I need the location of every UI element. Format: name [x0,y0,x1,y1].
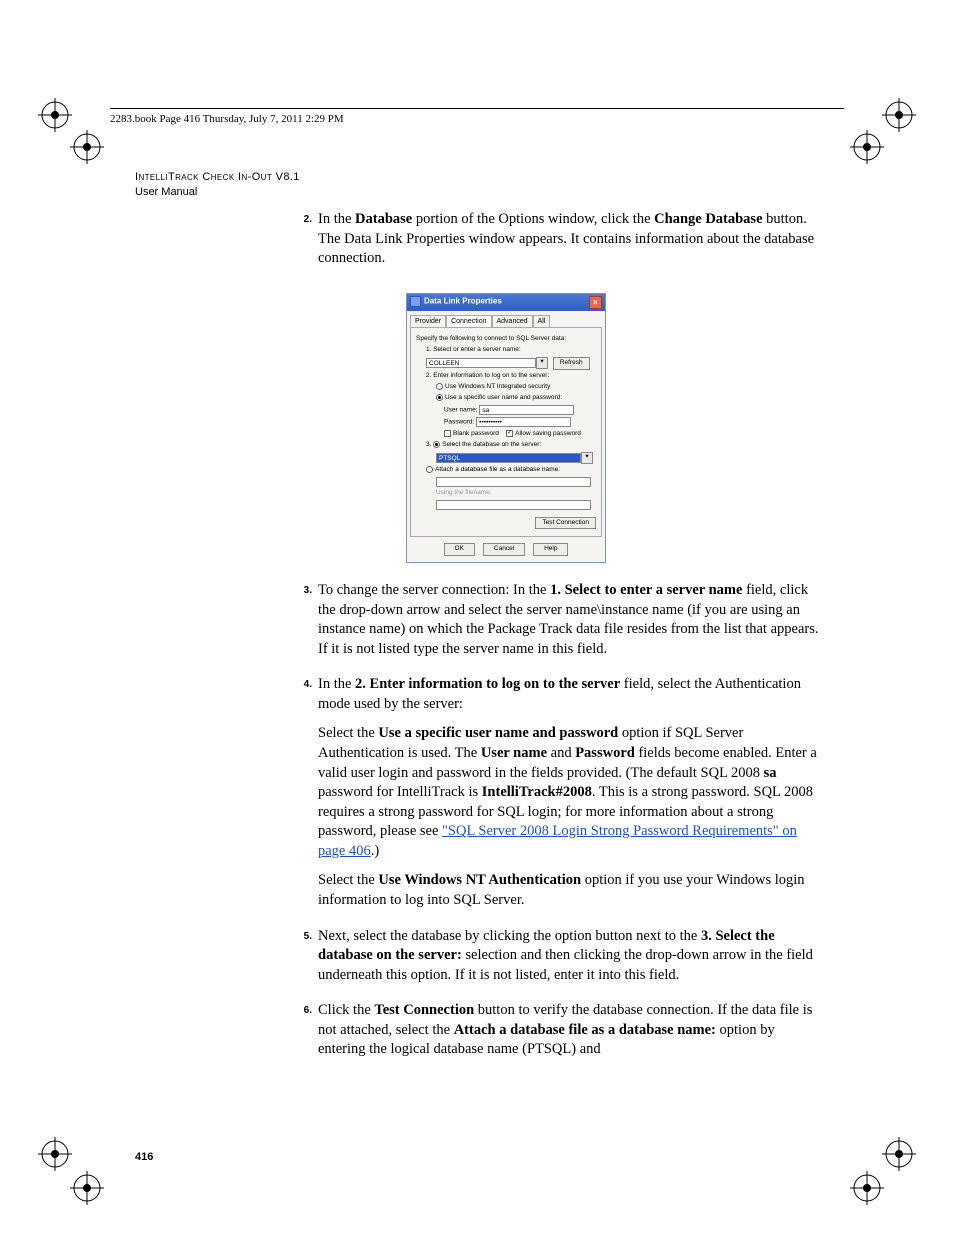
label-allow-saving: Allow saving password [515,430,581,437]
step-number: 5. [290,927,318,944]
step-text: Click the Test Connection button to veri… [318,1001,820,1060]
dialog-heading: Specify the following to connect to SQL … [416,335,596,344]
refresh-button[interactable]: Refresh [553,357,590,370]
password-input[interactable]: •••••••••• [476,417,571,427]
step-text: To change the server connection: In the … [318,581,820,659]
label-enter-info: 2. Enter information to log on to the se… [426,372,596,381]
tab-connection[interactable]: Connection [446,315,491,327]
checkbox-allow-saving[interactable] [506,430,513,437]
radio-select-db[interactable] [433,441,440,448]
step-number: 3. [290,581,318,598]
cancel-button[interactable]: Cancel [483,543,525,556]
crop-header: 2283.book Page 416 Thursday, July 7, 201… [110,108,844,125]
step-5: 5. Next, select the database by clicking… [290,927,820,996]
data-link-properties-dialog: Data Link Properties × Provider Connecti… [406,293,606,563]
ok-button[interactable]: OK [444,543,475,556]
step-4: 4. In the 2. Enter information to log on… [290,675,820,920]
step-text: In the 2. Enter information to log on to… [318,675,820,714]
tab-provider[interactable]: Provider [410,315,446,327]
crop-mark-icon [38,1137,72,1171]
step-number: 4. [290,675,318,692]
label-attach-db: Attach a database file as a database nam… [435,466,560,473]
username-input[interactable]: sa [479,405,574,415]
crop-mark-icon [850,130,884,164]
book-subtitle: User Manual [135,185,300,200]
step-number: 6. [290,1001,318,1018]
step-number: 2. [290,210,318,227]
label-username: User name: [444,407,478,414]
dialog-footer: OK Cancel Help [407,537,605,562]
page-content: 2. In the Database portion of the Option… [290,210,820,1076]
crop-mark-icon [38,98,72,132]
database-select[interactable]: PTSQL [436,453,581,463]
document-page: 2283.book Page 416 Thursday, July 7, 201… [0,0,954,1235]
book-title: IntelliTrack Check In-Out V8.1 [135,170,300,185]
crop-mark-icon [882,98,916,132]
chevron-down-icon[interactable]: ▾ [536,357,548,369]
label-select-server: 1. Select or enter a server name: [426,346,596,355]
app-icon [410,296,421,307]
tab-all[interactable]: All [533,315,551,327]
step-3: 3. To change the server connection: In t… [290,581,820,669]
book-header: IntelliTrack Check In-Out V8.1 User Manu… [135,170,300,200]
dialog-title: Data Link Properties [424,297,502,306]
radio-specific-user[interactable] [436,394,443,401]
dialog-tabs: Provider Connection Advanced All [407,311,605,327]
crop-mark-icon [850,1171,884,1205]
radio-nt-auth[interactable] [436,383,443,390]
crop-mark-icon [70,130,104,164]
crop-mark-icon [70,1171,104,1205]
label-using-filename: Using the filename: [436,489,596,498]
dialog-titlebar: Data Link Properties × [407,294,605,311]
server-name-input[interactable]: COLLEEN [426,358,536,368]
label-blank-password: Blank password [453,430,499,437]
label-password: Password: [444,419,474,426]
step-6: 6. Click the Test Connection button to v… [290,1001,820,1070]
test-connection-button[interactable]: Test Connection [535,517,596,530]
step-text: In the Database portion of the Options w… [318,210,820,269]
label-nt-auth: Use Windows NT Integrated security [445,383,550,390]
page-number: 416 [135,1151,153,1163]
filename-input[interactable] [436,500,591,510]
crop-mark-icon [882,1137,916,1171]
chevron-down-icon[interactable]: ▾ [581,452,593,464]
dialog-body: Specify the following to connect to SQL … [410,327,602,537]
close-icon[interactable]: × [589,296,602,309]
checkbox-blank-password[interactable] [444,430,451,437]
help-button[interactable]: Help [533,543,568,556]
step-text: Next, select the database by clicking th… [318,927,820,986]
tab-advanced[interactable]: Advanced [492,315,533,327]
radio-attach-db[interactable] [426,466,433,473]
step-2: 2. In the Database portion of the Option… [290,210,820,279]
step-text: Select the Use Windows NT Authentication… [318,871,820,910]
attach-db-name-input[interactable] [436,477,591,487]
label-select-db: Select the database on the server: [442,441,541,448]
label-step3-num: 3. [426,441,431,448]
label-specific-user: Use a specific user name and password: [445,394,562,401]
step-text: Select the Use a specific user name and … [318,724,820,861]
